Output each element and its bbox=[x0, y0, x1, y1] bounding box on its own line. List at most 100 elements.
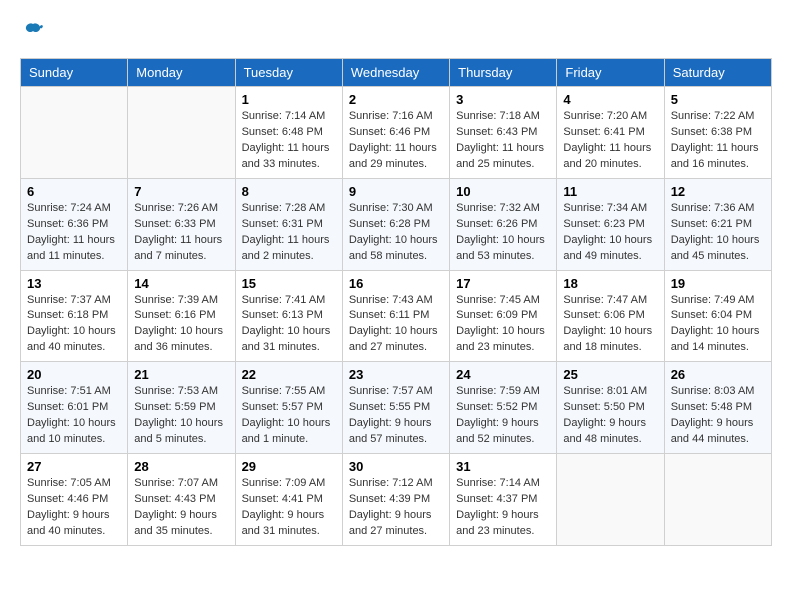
calendar-week-row: 1Sunrise: 7:14 AM Sunset: 6:48 PM Daylig… bbox=[21, 87, 772, 179]
day-info: Sunrise: 7:24 AM Sunset: 6:36 PM Dayligh… bbox=[27, 201, 121, 265]
day-number: 19 bbox=[671, 276, 765, 291]
day-of-week-header: Sunday bbox=[21, 59, 128, 87]
calendar-week-row: 6 Sunrise: 7:24 AM Sunset: 6:36 PM Daylig… bbox=[21, 178, 772, 270]
calendar-day-cell: 22 Sunrise: 7:55 AM Sunset: 5:57 PM Dayli… bbox=[235, 362, 342, 454]
day-info: Sunrise: 7:22 AM Sunset: 6:38 PM Dayligh… bbox=[671, 109, 765, 173]
calendar-day-cell: 29 Sunrise: 7:09 AM Sunset: 4:41 PM Dayli… bbox=[235, 454, 342, 546]
day-info: Sunrise: 7:45 AM Sunset: 6:09 PM Dayligh… bbox=[456, 293, 550, 357]
calendar-day-cell: 8Sunrise: 7:28 AM Sunset: 6:31 PM Daylig… bbox=[235, 178, 342, 270]
calendar-day-cell: 16 Sunrise: 7:43 AM Sunset: 6:11 PM Dayli… bbox=[342, 270, 449, 362]
calendar-day-cell bbox=[664, 454, 771, 546]
day-number: 14 bbox=[134, 276, 228, 291]
day-number: 15 bbox=[242, 276, 336, 291]
day-number: 27 bbox=[27, 459, 121, 474]
calendar-day-cell: 15 Sunrise: 7:41 AM Sunset: 6:13 PM Dayli… bbox=[235, 270, 342, 362]
day-of-week-header: Monday bbox=[128, 59, 235, 87]
day-info: Sunrise: 7:49 AM Sunset: 6:04 PM Dayligh… bbox=[671, 293, 765, 357]
day-number: 13 bbox=[27, 276, 121, 291]
day-info: Sunrise: 7:53 AM Sunset: 5:59 PM Dayligh… bbox=[134, 384, 228, 448]
calendar-day-cell: 4 Sunrise: 7:20 AM Sunset: 6:41 PM Daylig… bbox=[557, 87, 664, 179]
day-number: 24 bbox=[456, 367, 550, 382]
day-info: Sunrise: 7:39 AM Sunset: 6:16 PM Dayligh… bbox=[134, 293, 228, 357]
calendar-day-cell: 28 Sunrise: 7:07 AM Sunset: 4:43 PM Dayli… bbox=[128, 454, 235, 546]
day-number: 12 bbox=[671, 184, 765, 199]
calendar-day-cell: 21 Sunrise: 7:53 AM Sunset: 5:59 PM Dayli… bbox=[128, 362, 235, 454]
calendar-table: SundayMondayTuesdayWednesdayThursdayFrid… bbox=[20, 58, 772, 546]
day-info: Sunrise: 7:26 AM Sunset: 6:33 PM Dayligh… bbox=[134, 201, 228, 265]
calendar-day-cell: 5 Sunrise: 7:22 AM Sunset: 6:38 PM Daylig… bbox=[664, 87, 771, 179]
calendar-day-cell: 2 Sunrise: 7:16 AM Sunset: 6:46 PM Daylig… bbox=[342, 87, 449, 179]
day-of-week-header: Saturday bbox=[664, 59, 771, 87]
calendar-week-row: 27Sunrise: 7:05 AM Sunset: 4:46 PM Dayli… bbox=[21, 454, 772, 546]
day-number: 30 bbox=[349, 459, 443, 474]
day-number: 1 bbox=[242, 92, 336, 107]
calendar-day-cell: 7Sunrise: 7:26 AM Sunset: 6:33 PM Daylig… bbox=[128, 178, 235, 270]
calendar-day-cell: 30 Sunrise: 7:12 AM Sunset: 4:39 PM Dayli… bbox=[342, 454, 449, 546]
day-info: Sunrise: 7:34 AM Sunset: 6:23 PM Dayligh… bbox=[563, 201, 657, 265]
day-info: Sunrise: 7:16 AM Sunset: 6:46 PM Dayligh… bbox=[349, 109, 443, 173]
calendar-day-cell: 20Sunrise: 7:51 AM Sunset: 6:01 PM Dayli… bbox=[21, 362, 128, 454]
day-info: Sunrise: 7:43 AM Sunset: 6:11 PM Dayligh… bbox=[349, 293, 443, 357]
day-number: 2 bbox=[349, 92, 443, 107]
day-number: 25 bbox=[563, 367, 657, 382]
day-info: Sunrise: 7:18 AM Sunset: 6:43 PM Dayligh… bbox=[456, 109, 550, 173]
calendar-day-cell bbox=[557, 454, 664, 546]
day-info: Sunrise: 7:07 AM Sunset: 4:43 PM Dayligh… bbox=[134, 476, 228, 540]
day-number: 23 bbox=[349, 367, 443, 382]
day-number: 10 bbox=[456, 184, 550, 199]
day-info: Sunrise: 7:37 AM Sunset: 6:18 PM Dayligh… bbox=[27, 293, 121, 357]
day-number: 21 bbox=[134, 367, 228, 382]
day-info: Sunrise: 7:55 AM Sunset: 5:57 PM Dayligh… bbox=[242, 384, 336, 448]
logo bbox=[20, 20, 44, 42]
calendar-day-cell: 24 Sunrise: 7:59 AM Sunset: 5:52 PM Dayli… bbox=[450, 362, 557, 454]
day-info: Sunrise: 7:57 AM Sunset: 5:55 PM Dayligh… bbox=[349, 384, 443, 448]
day-info: Sunrise: 7:41 AM Sunset: 6:13 PM Dayligh… bbox=[242, 293, 336, 357]
calendar-day-cell: 13 Sunrise: 7:37 AM Sunset: 6:18 PM Dayli… bbox=[21, 270, 128, 362]
calendar-day-cell: 27Sunrise: 7:05 AM Sunset: 4:46 PM Dayli… bbox=[21, 454, 128, 546]
calendar-day-cell: 10 Sunrise: 7:32 AM Sunset: 6:26 PM Dayli… bbox=[450, 178, 557, 270]
day-number: 28 bbox=[134, 459, 228, 474]
day-number: 4 bbox=[563, 92, 657, 107]
day-info: Sunrise: 7:30 AM Sunset: 6:28 PM Dayligh… bbox=[349, 201, 443, 265]
day-number: 22 bbox=[242, 367, 336, 382]
day-number: 5 bbox=[671, 92, 765, 107]
calendar-day-cell: 1Sunrise: 7:14 AM Sunset: 6:48 PM Daylig… bbox=[235, 87, 342, 179]
calendar-day-cell: 19 Sunrise: 7:49 AM Sunset: 6:04 PM Dayli… bbox=[664, 270, 771, 362]
day-number: 29 bbox=[242, 459, 336, 474]
day-info: Sunrise: 7:59 AM Sunset: 5:52 PM Dayligh… bbox=[456, 384, 550, 448]
calendar-day-cell bbox=[21, 87, 128, 179]
day-number: 9 bbox=[349, 184, 443, 199]
day-of-week-header: Thursday bbox=[450, 59, 557, 87]
calendar-day-cell: 31Sunrise: 7:14 AM Sunset: 4:37 PM Dayli… bbox=[450, 454, 557, 546]
day-info: Sunrise: 7:51 AM Sunset: 6:01 PM Dayligh… bbox=[27, 384, 121, 448]
day-info: Sunrise: 7:36 AM Sunset: 6:21 PM Dayligh… bbox=[671, 201, 765, 265]
calendar-day-cell bbox=[128, 87, 235, 179]
day-number: 17 bbox=[456, 276, 550, 291]
day-info: Sunrise: 7:12 AM Sunset: 4:39 PM Dayligh… bbox=[349, 476, 443, 540]
day-number: 16 bbox=[349, 276, 443, 291]
day-info: Sunrise: 7:28 AM Sunset: 6:31 PM Dayligh… bbox=[242, 201, 336, 265]
day-number: 11 bbox=[563, 184, 657, 199]
day-info: Sunrise: 7:47 AM Sunset: 6:06 PM Dayligh… bbox=[563, 293, 657, 357]
day-number: 18 bbox=[563, 276, 657, 291]
day-number: 31 bbox=[456, 459, 550, 474]
calendar-day-cell: 17 Sunrise: 7:45 AM Sunset: 6:09 PM Dayli… bbox=[450, 270, 557, 362]
calendar-week-row: 20Sunrise: 7:51 AM Sunset: 6:01 PM Dayli… bbox=[21, 362, 772, 454]
calendar-day-cell: 26 Sunrise: 8:03 AM Sunset: 5:48 PM Dayli… bbox=[664, 362, 771, 454]
calendar-day-cell: 14 Sunrise: 7:39 AM Sunset: 6:16 PM Dayli… bbox=[128, 270, 235, 362]
day-info: Sunrise: 8:01 AM Sunset: 5:50 PM Dayligh… bbox=[563, 384, 657, 448]
day-info: Sunrise: 7:20 AM Sunset: 6:41 PM Dayligh… bbox=[563, 109, 657, 173]
day-info: Sunrise: 7:09 AM Sunset: 4:41 PM Dayligh… bbox=[242, 476, 336, 540]
day-info: Sunrise: 8:03 AM Sunset: 5:48 PM Dayligh… bbox=[671, 384, 765, 448]
calendar-day-cell: 3 Sunrise: 7:18 AM Sunset: 6:43 PM Daylig… bbox=[450, 87, 557, 179]
day-of-week-header: Friday bbox=[557, 59, 664, 87]
day-number: 26 bbox=[671, 367, 765, 382]
calendar-day-cell: 18 Sunrise: 7:47 AM Sunset: 6:06 PM Dayli… bbox=[557, 270, 664, 362]
calendar-day-cell: 12 Sunrise: 7:36 AM Sunset: 6:21 PM Dayli… bbox=[664, 178, 771, 270]
day-number: 3 bbox=[456, 92, 550, 107]
calendar-day-cell: 25 Sunrise: 8:01 AM Sunset: 5:50 PM Dayli… bbox=[557, 362, 664, 454]
calendar-day-cell: 23 Sunrise: 7:57 AM Sunset: 5:55 PM Dayli… bbox=[342, 362, 449, 454]
day-info: Sunrise: 7:32 AM Sunset: 6:26 PM Dayligh… bbox=[456, 201, 550, 265]
calendar-day-cell: 6 Sunrise: 7:24 AM Sunset: 6:36 PM Daylig… bbox=[21, 178, 128, 270]
day-number: 6 bbox=[27, 184, 121, 199]
